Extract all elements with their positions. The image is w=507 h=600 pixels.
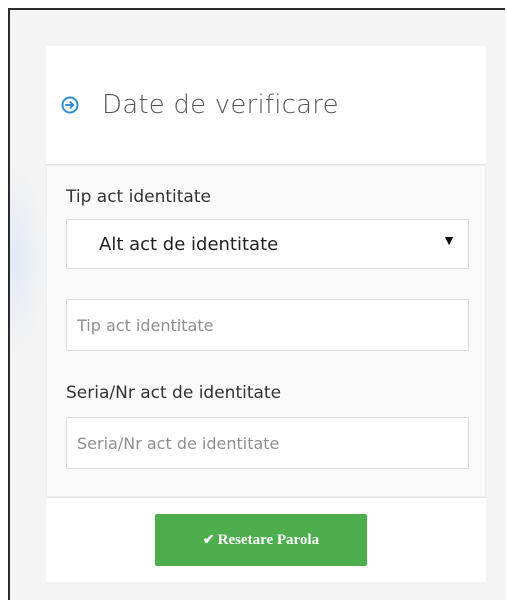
card-header: Date de verificare [46, 46, 486, 164]
card-body: Tip act identitate Alt act de identitate… [46, 164, 486, 498]
background-watermark [10, 160, 50, 360]
caret-down-icon: ▼ [442, 232, 456, 248]
id-type-input[interactable] [66, 299, 469, 351]
id-type-label: Tip act identitate [66, 187, 211, 207]
reset-password-label: Resetare Parola [217, 531, 320, 548]
reset-password-button[interactable]: ✔ Resetare Parola [155, 514, 367, 566]
series-input[interactable] [66, 417, 469, 469]
page-frame: Date de verificare Tip act identitate Al… [8, 8, 505, 600]
arrow-circle-right-icon [61, 96, 79, 114]
card-footer: ✔ Resetare Parola [46, 498, 486, 582]
id-type-select[interactable]: Alt act de identitate ▼ [66, 219, 469, 269]
verification-card: Date de verificare Tip act identitate Al… [46, 46, 486, 582]
id-type-selected-value: Alt act de identitate [99, 234, 279, 255]
series-label: Seria/Nr act de identitate [66, 383, 282, 403]
card-title: Date de verificare [102, 90, 339, 120]
check-icon: ✔ [202, 532, 215, 548]
